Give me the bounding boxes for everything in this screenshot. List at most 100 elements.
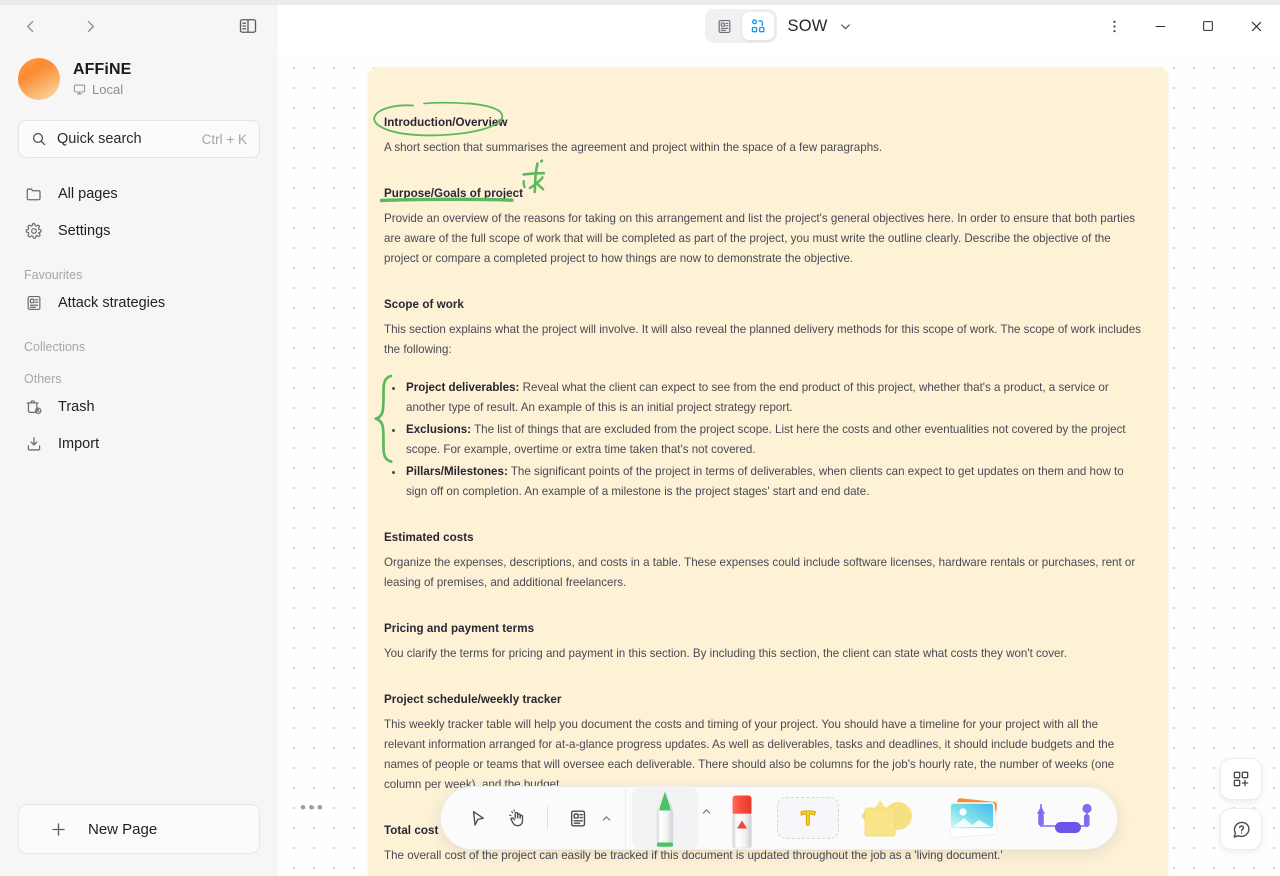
affine-app-window: AFFiNE Local Quick search Ctrl + K All p…	[0, 0, 1280, 876]
pen-icon	[656, 789, 674, 847]
eraser-tool[interactable]	[713, 786, 771, 850]
select-tool[interactable]	[457, 796, 497, 840]
section-pricing-terms: Pricing and payment terms You clarify th…	[384, 619, 1142, 664]
sidebar-collapse-icon[interactable]	[232, 10, 264, 42]
minimize-button[interactable]	[1136, 0, 1184, 52]
section-heading: Introduction/Overview	[384, 116, 508, 129]
help-button[interactable]	[1220, 808, 1262, 850]
section-body: A short section that summarises the agre…	[384, 141, 883, 154]
section-introduction: Introduction/Overview A short section th…	[373, 101, 1142, 158]
maximize-button[interactable]	[1184, 0, 1232, 52]
note-tool-chevron-up-icon[interactable]	[600, 812, 613, 825]
list-item-text: The list of things that are excluded fro…	[406, 423, 1126, 456]
sidebar-section-others: Others	[24, 372, 62, 386]
section-body: This section explains what the project w…	[384, 323, 1141, 356]
image-tool[interactable]	[931, 786, 1017, 850]
scope-bullet-block: Project deliverables: Reveal what the cl…	[374, 374, 1142, 502]
page-mode-button[interactable]	[708, 12, 740, 40]
pen-tool-chevron-up-icon[interactable]	[700, 805, 713, 818]
folder-icon	[24, 184, 44, 204]
doc-icon	[24, 293, 44, 313]
section-body: You clarify the terms for pricing and pa…	[384, 647, 1067, 660]
workspace-status: Local	[73, 82, 131, 97]
sidebar-item-trash[interactable]: Trash	[12, 390, 266, 424]
note-tool[interactable]	[558, 796, 598, 840]
editor-mode-switch	[705, 9, 778, 43]
canvas-more-button[interactable]: •••	[300, 798, 325, 818]
sidebar-section-collections: Collections	[24, 340, 86, 354]
hand-tool[interactable]	[497, 796, 537, 840]
workspace-avatar	[18, 58, 60, 100]
sidebar-item-label: Trash	[58, 399, 95, 415]
plus-icon	[49, 820, 68, 839]
nav-back-icon[interactable]	[14, 10, 46, 42]
sidebar-item-settings[interactable]: Settings	[12, 214, 266, 248]
import-icon	[24, 434, 44, 454]
sidebar-item-attack-strategies[interactable]: Attack strategies	[12, 286, 266, 320]
new-page-button[interactable]: New Page	[18, 804, 260, 854]
section-heading: Project schedule/weekly tracker	[384, 693, 562, 706]
list-item: Exclusions: The list of things that are …	[384, 420, 1142, 460]
sidebar-navbar	[0, 0, 278, 52]
document-title[interactable]: SOW	[787, 17, 827, 36]
section-body: Organize the expenses, descriptions, and…	[384, 556, 1136, 589]
search-icon	[31, 131, 47, 147]
sidebar-footer: New Page	[0, 804, 278, 876]
edgeless-toolbar	[440, 786, 1118, 850]
sidebar-nav-list: All pages Settings Favourites Attack str…	[0, 158, 278, 804]
section-heading: Pricing and payment terms	[384, 622, 535, 635]
sidebar-item-label: All pages	[58, 186, 118, 202]
chevron-down-icon[interactable]	[838, 19, 853, 34]
frame-connector-icon	[1037, 803, 1092, 833]
section-estimated-costs: Estimated costs Organize the expenses, d…	[384, 528, 1142, 593]
workspace-name: AFFiNE	[73, 61, 132, 78]
cursor-arrow-icon	[467, 808, 488, 829]
shape-icon	[861, 800, 912, 837]
workspace-card[interactable]: AFFiNE Local	[0, 52, 278, 100]
titlebar: SOW	[278, 0, 1280, 52]
list-item-term: Pillars/Milestones:	[406, 465, 508, 478]
sidebar-item-all-pages[interactable]: All pages	[12, 177, 266, 211]
main-area: SOW Introduction/Overview A short sectio…	[278, 0, 1280, 876]
list-item-text: The significant points of the project in…	[406, 465, 1124, 498]
shape-tool[interactable]	[845, 786, 931, 850]
eraser-icon	[732, 795, 752, 849]
sidebar-item-label: Import	[58, 436, 100, 452]
section-scope-of-work: Scope of work This section explains what…	[384, 295, 1142, 360]
question-bubble-icon	[1231, 819, 1252, 840]
scope-bullet-list: Project deliverables: Reveal what the cl…	[384, 378, 1142, 502]
gear-icon	[24, 221, 44, 241]
sidebar-item-import[interactable]: Import	[12, 427, 266, 461]
section-heading: Estimated costs	[384, 531, 474, 544]
add-template-button[interactable]	[1220, 758, 1262, 800]
note-card[interactable]: Introduction/Overview A short section th…	[368, 67, 1168, 876]
section-project-schedule: Project schedule/weekly tracker This wee…	[384, 690, 1142, 795]
sidebar: AFFiNE Local Quick search Ctrl + K All p…	[0, 0, 278, 876]
sidebar-item-label: Settings	[58, 223, 111, 239]
section-heading: Purpose/Goals of project	[384, 187, 524, 200]
trash-icon	[24, 397, 44, 417]
nav-forward-icon[interactable]	[74, 10, 106, 42]
quick-search-button[interactable]: Quick search Ctrl + K	[18, 120, 260, 158]
sidebar-section-favourites: Favourites	[24, 268, 83, 282]
section-heading: Scope of work	[384, 298, 464, 311]
workspace-status-label: Local	[92, 82, 124, 97]
toolbar-divider	[547, 806, 548, 830]
section-body: Provide an overview of the reasons for t…	[384, 212, 1136, 265]
section-heading: Total cost	[384, 824, 439, 837]
close-button[interactable]	[1232, 0, 1280, 52]
new-page-label: New Page	[88, 820, 158, 838]
edgeless-canvas[interactable]: Introduction/Overview A short section th…	[278, 52, 1280, 876]
frame-tool[interactable]	[1017, 786, 1113, 850]
canvas-float-buttons	[1220, 758, 1262, 850]
more-vertical-icon[interactable]	[1092, 6, 1136, 46]
edgeless-mode-button[interactable]	[742, 12, 775, 40]
section-body: This weekly tracker table will help you …	[384, 718, 1115, 791]
workspace-meta: AFFiNE Local	[73, 61, 131, 97]
text-tool[interactable]	[777, 797, 839, 839]
window-top-strip	[0, 0, 1280, 5]
quick-search-shortcut: Ctrl + K	[201, 131, 247, 147]
text-t-icon	[800, 810, 816, 826]
pen-tool[interactable]	[632, 786, 698, 850]
sidebar-item-label: Attack strategies	[58, 295, 166, 311]
